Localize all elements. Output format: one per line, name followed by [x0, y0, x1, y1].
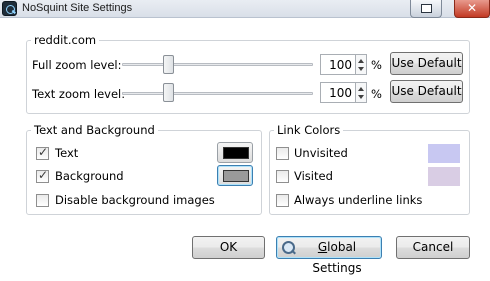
link-colors-legend: Link Colors [274, 123, 344, 137]
text-color-picker[interactable] [217, 142, 253, 163]
unvisited-color-label: Unvisited [294, 146, 348, 160]
text-zoom-input[interactable]: 100 [320, 82, 356, 103]
full-zoom-use-default-button[interactable]: Use Default [390, 52, 463, 75]
visited-color-label: Visited [294, 169, 333, 183]
full-zoom-input[interactable]: 100 [320, 54, 356, 75]
context-help-button[interactable] [410, 0, 442, 18]
background-color-label: Background [55, 169, 124, 183]
background-color-picker[interactable] [217, 165, 253, 186]
visited-color-checkbox[interactable] [276, 170, 289, 183]
always-underline-links-checkbox[interactable] [276, 194, 289, 207]
use-default-label: Use Default [391, 84, 462, 98]
global-settings-button[interactable]: Global Settings [276, 236, 382, 275]
site-domain-label: reddit.com [31, 33, 100, 47]
text-zoom-spinner[interactable] [356, 82, 367, 103]
disable-background-images-checkbox[interactable] [36, 194, 49, 207]
window-title: NoSquint Site Settings [22, 2, 133, 14]
text-color-swatch [223, 147, 249, 159]
cancel-label: Cancel [412, 240, 454, 254]
full-zoom-unit: % [371, 58, 382, 72]
spin-down-icon[interactable] [358, 67, 364, 71]
title-bar: NoSquint Site Settings ✕ [0, 0, 490, 18]
spin-up-icon[interactable] [358, 59, 364, 63]
magnifier-icon [282, 241, 295, 254]
background-color-swatch [223, 170, 249, 182]
spin-up-icon[interactable] [358, 87, 364, 91]
text-zoom-slider-thumb[interactable] [163, 83, 174, 102]
text-zoom-use-default-button[interactable]: Use Default [390, 80, 463, 103]
full-zoom-slider-track[interactable] [122, 63, 313, 66]
close-icon: ✕ [466, 1, 478, 15]
text-color-checkbox[interactable] [36, 145, 49, 160]
background-color-checkbox[interactable] [36, 168, 49, 183]
global-settings-accesskey: G [317, 240, 328, 254]
help-window-icon [421, 4, 432, 13]
close-button[interactable]: ✕ [454, 0, 490, 18]
always-underline-links-label: Always underline links [294, 193, 423, 207]
unvisited-color-swatch[interactable] [428, 144, 460, 163]
text-zoom-label: Text zoom level: [32, 87, 126, 101]
text-zoom-unit: % [371, 87, 382, 101]
full-zoom-spinner[interactable] [356, 54, 367, 75]
use-default-label: Use Default [391, 56, 462, 70]
text-and-background-legend: Text and Background [31, 123, 158, 137]
ok-button[interactable]: OK [192, 236, 265, 259]
full-zoom-slider-thumb[interactable] [163, 55, 174, 74]
text-color-label: Text [55, 146, 79, 160]
unvisited-color-checkbox[interactable] [276, 147, 289, 160]
nosquint-app-icon [2, 1, 17, 16]
spin-down-icon[interactable] [358, 95, 364, 99]
cancel-button[interactable]: Cancel [396, 236, 470, 259]
disable-background-images-label: Disable background images [55, 193, 215, 207]
full-zoom-label: Full zoom level: [32, 58, 122, 72]
ok-label: OK [219, 240, 238, 254]
visited-color-swatch[interactable] [428, 167, 460, 186]
text-zoom-slider-track[interactable] [122, 92, 313, 95]
